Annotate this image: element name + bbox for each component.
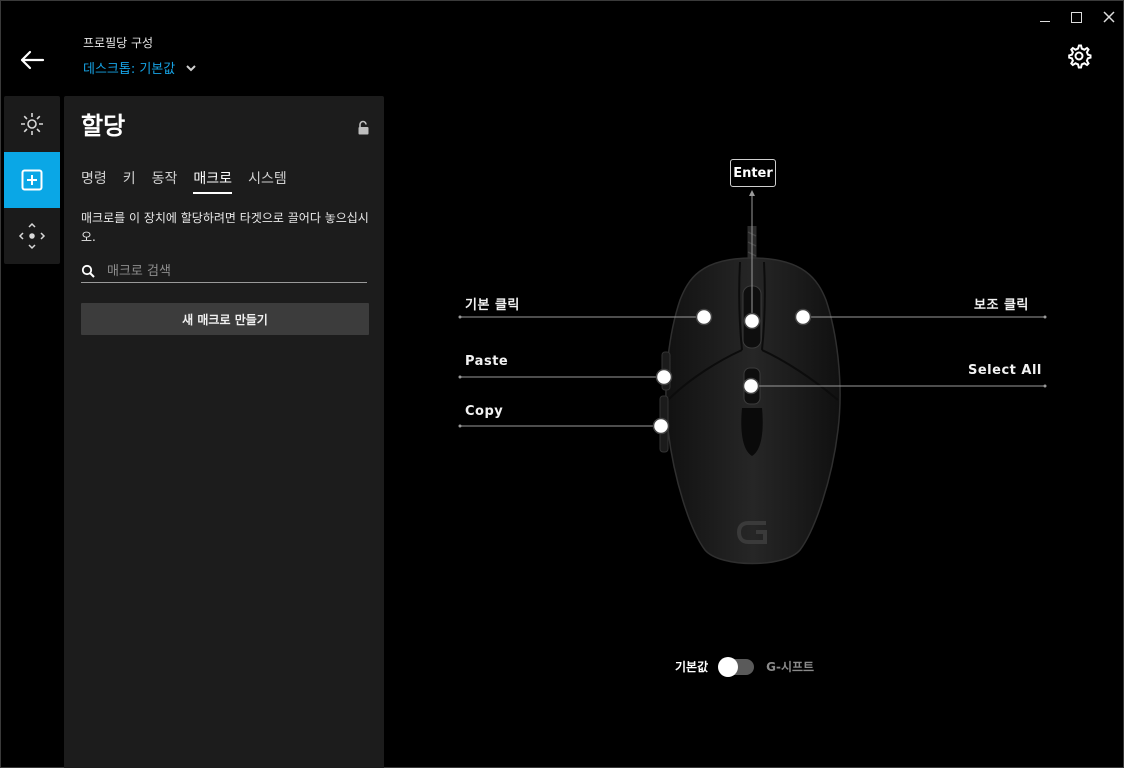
hotspot-wheel	[743, 312, 761, 330]
toggle-knob	[718, 656, 739, 677]
hotspot-center	[742, 377, 760, 395]
hotspot-side-back	[652, 417, 670, 435]
hotspot-left-click	[695, 308, 713, 326]
assignment-wheel-click[interactable]: Enter	[730, 159, 776, 187]
toggle-label-default: 기본값	[675, 660, 709, 674]
toggle-label-gshift: G-시프트	[766, 660, 815, 674]
assignment-center-button[interactable]: Select All	[968, 363, 1042, 378]
hotspot-right-click	[794, 308, 812, 326]
assignment-left-click[interactable]: 기본 클릭	[465, 294, 520, 313]
gshift-toggle[interactable]	[718, 656, 755, 677]
assignment-side-front[interactable]: Paste	[465, 354, 508, 369]
assignment-side-back[interactable]: Copy	[465, 404, 503, 419]
assignment-right-click[interactable]: 보조 클릭	[974, 294, 1029, 313]
hotspot-side-front	[655, 368, 673, 386]
gshift-toggle-group: 기본값 G-시프트	[675, 656, 815, 677]
mouse-diagram	[458, 190, 1047, 565]
